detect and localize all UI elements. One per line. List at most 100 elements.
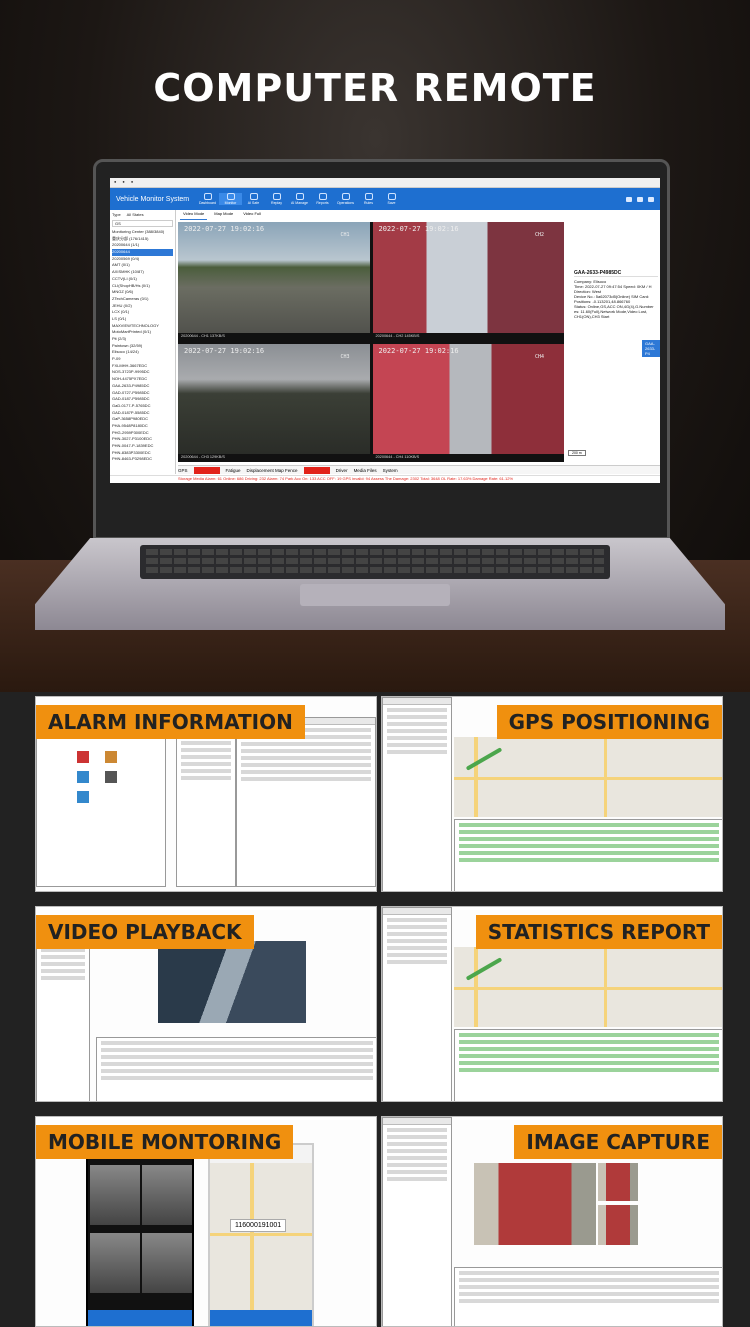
tree-item[interactable]: PHN-8383P3300EDC bbox=[112, 450, 173, 457]
tab-alarm-red[interactable] bbox=[193, 466, 220, 474]
captured-image-main[interactable] bbox=[474, 1163, 596, 1245]
tree-item[interactable]: 20200569 (0/4) bbox=[112, 256, 173, 263]
tree-item[interactable]: 20200644 bbox=[112, 249, 173, 256]
feature-banner: MOBILE MONTORING bbox=[36, 1125, 294, 1159]
tree-item[interactable]: MNGZ (0/6) bbox=[112, 289, 173, 296]
state-filter[interactable]: All States bbox=[127, 212, 144, 220]
video-caption: 20200644 - CH1 137KB/S bbox=[178, 332, 370, 341]
monitor-icon bbox=[226, 193, 235, 200]
panel-mobile-monitoring: 116000191001 MOBILE MONTORING bbox=[35, 1116, 377, 1327]
captured-image-thumb[interactable] bbox=[598, 1163, 638, 1201]
tree-item[interactable]: 重庆分部 (176/1415) bbox=[112, 236, 173, 243]
video-channel-2[interactable]: 2022-07-27 19:02:16 CH2 20200644 - CH2 1… bbox=[372, 222, 564, 341]
tree-item[interactable]: GAD-0187-P5985DC bbox=[112, 396, 173, 403]
tab-system[interactable]: System bbox=[383, 468, 398, 473]
tree-item[interactable]: NOS-3723P-9995DC bbox=[112, 369, 173, 376]
laptop-keyboard bbox=[140, 545, 610, 579]
record-settings-icon[interactable] bbox=[105, 771, 117, 783]
nav-ai-safe[interactable]: AI Safe bbox=[242, 193, 265, 205]
network-icon[interactable] bbox=[626, 196, 632, 202]
tree-item[interactable]: MotoMartPrinted (0/1) bbox=[112, 329, 173, 336]
tree-item[interactable]: LS (0/1) bbox=[112, 316, 173, 323]
tree-item[interactable]: NOH-4475PX7EDC bbox=[112, 376, 173, 383]
nav-dashboard[interactable]: Dashboard bbox=[196, 193, 219, 205]
app-title: Vehicle Monitor System bbox=[116, 195, 190, 203]
tree-item[interactable]: AXISMHK (10/87) bbox=[112, 269, 173, 276]
tree-item[interactable]: GAA-2633-P4985DC bbox=[112, 383, 173, 390]
tree-item[interactable]: PHN-3027-P3100EDC bbox=[112, 436, 173, 443]
tab-displacement[interactable]: Displacement Map Fence bbox=[247, 468, 298, 473]
tab-alarm-red[interactable] bbox=[303, 466, 330, 474]
tree-item[interactable]: JEHU (0/2) bbox=[112, 303, 173, 310]
video-channel-4[interactable]: 2022-07-27 19:02:16 CH4 20200644 - CH4 1… bbox=[372, 343, 564, 462]
tree-item[interactable]: GaP-3658P980EDC bbox=[112, 416, 173, 423]
tree-item[interactable]: PHG-2959P300EDC bbox=[112, 430, 173, 437]
video-channel-3[interactable]: 2022-07-27 19:02:16 CH3 20200644 - CH3 1… bbox=[178, 343, 370, 462]
tree-item[interactable]: GAD-0187P-5585DC bbox=[112, 410, 173, 417]
alarm-filter-icon[interactable] bbox=[105, 751, 117, 763]
nav-ai-manage[interactable]: AI Manage bbox=[288, 193, 311, 205]
user-icon[interactable] bbox=[637, 196, 643, 202]
nav-monitor[interactable]: Monitor bbox=[219, 193, 242, 205]
nav-replay[interactable]: Replay bbox=[265, 193, 288, 205]
tree-item[interactable]: AMT (0/1) bbox=[112, 262, 173, 269]
tree-search-input[interactable]: GS bbox=[112, 220, 173, 227]
tab-gps[interactable]: GPS bbox=[178, 468, 188, 473]
tab-video-mode[interactable]: Video Mode bbox=[180, 210, 208, 220]
mobile-device-id[interactable]: 116000191001 bbox=[230, 1219, 287, 1232]
playback-search bbox=[36, 937, 90, 1101]
hero-title: COMPUTER REMOTE bbox=[153, 66, 597, 110]
nav-reports[interactable]: Reports bbox=[311, 193, 334, 205]
tree-item[interactable]: Pit (2/3) bbox=[112, 336, 173, 343]
system-settings-icon[interactable] bbox=[77, 771, 89, 783]
tree-item[interactable]: FXLMHH-3667EDC bbox=[112, 363, 173, 370]
tree-item[interactable]: Paintown (32/59) bbox=[112, 343, 173, 350]
feature-banner: IMAGE CAPTURE bbox=[514, 1125, 722, 1159]
menu-dot[interactable]: ● bbox=[131, 179, 133, 186]
nav-operations[interactable]: Operations bbox=[334, 193, 357, 205]
tab-media-files[interactable]: Media Files bbox=[354, 468, 377, 473]
tab-video-full[interactable]: Video Full bbox=[240, 210, 264, 220]
phone-video-grid bbox=[86, 1143, 194, 1326]
tree-item[interactable]: CLI(ShopHB/Hs (0/1) bbox=[112, 283, 173, 290]
header-tools bbox=[626, 196, 660, 202]
map-vehicle-chip[interactable]: GAA-2633-P4 bbox=[642, 340, 660, 357]
tree-item[interactable]: ZTechCameras (0/1) bbox=[112, 296, 173, 303]
nav-save[interactable]: Save bbox=[380, 193, 403, 205]
tree-item[interactable]: PHN-0047-P-1839EDC bbox=[112, 443, 173, 450]
tree-item[interactable]: P-09 bbox=[112, 356, 173, 363]
playback-video[interactable] bbox=[158, 941, 306, 1023]
status-bar: Storage Media Alarm: 61 Online: 686 Driv… bbox=[110, 475, 660, 483]
report-query-icon[interactable] bbox=[77, 791, 89, 803]
chart-icon bbox=[318, 193, 327, 200]
tab-driver[interactable]: Driver bbox=[336, 468, 348, 473]
screen-bottom bbox=[110, 483, 660, 520]
nav-rules[interactable]: Rules bbox=[357, 193, 380, 205]
stats-map[interactable] bbox=[454, 947, 722, 1027]
captured-image-thumb[interactable] bbox=[598, 1205, 638, 1245]
type-filter[interactable]: Type bbox=[112, 212, 121, 220]
menu-dot[interactable]: ● bbox=[122, 179, 124, 186]
cloud-icon[interactable] bbox=[648, 196, 654, 202]
tree-item[interactable]: CCTV(LI (0/1) bbox=[112, 276, 173, 283]
tree-item[interactable]: Elisoco (14/24) bbox=[112, 349, 173, 356]
tree-item[interactable]: GaD-0177-P-5765DC bbox=[112, 403, 173, 410]
laptop-touchpad bbox=[300, 584, 450, 606]
tree-item[interactable]: 20200644 (1/1) bbox=[112, 242, 173, 249]
gps-map[interactable] bbox=[454, 737, 722, 817]
tree-item[interactable]: MAXVIEWTECHNOLOGY bbox=[112, 323, 173, 330]
tree-item[interactable]: PHA-9548P8180DC bbox=[112, 423, 173, 430]
tab-map-mode[interactable]: Map Mode bbox=[211, 210, 236, 220]
tree-rows: Monitoring Center (388/3840) 重庆分部 (176/14… bbox=[112, 229, 173, 463]
tree-item[interactable]: LCX (0/1) bbox=[112, 309, 173, 316]
tab-fatigue[interactable]: Fatigue bbox=[226, 468, 241, 473]
menu-dot[interactable]: ● bbox=[114, 179, 116, 186]
tree-item[interactable]: GAD-0727-P5985DC bbox=[112, 390, 173, 397]
vehicle-tree: Type All States GS Monitoring Center (38… bbox=[110, 210, 176, 474]
video-channel-1[interactable]: 2022-07-27 19:02:16 CH1 20200644 - CH1 1… bbox=[178, 222, 370, 341]
alarm-config-icon[interactable] bbox=[77, 751, 89, 763]
tree-item[interactable]: PHN-8463-P3298EDC bbox=[112, 456, 173, 463]
tree-item[interactable]: Monitoring Center (388/3840) bbox=[112, 229, 173, 236]
app-header: Vehicle Monitor System Dashboard Monitor… bbox=[110, 188, 660, 210]
phone-map: 116000191001 bbox=[208, 1143, 314, 1326]
